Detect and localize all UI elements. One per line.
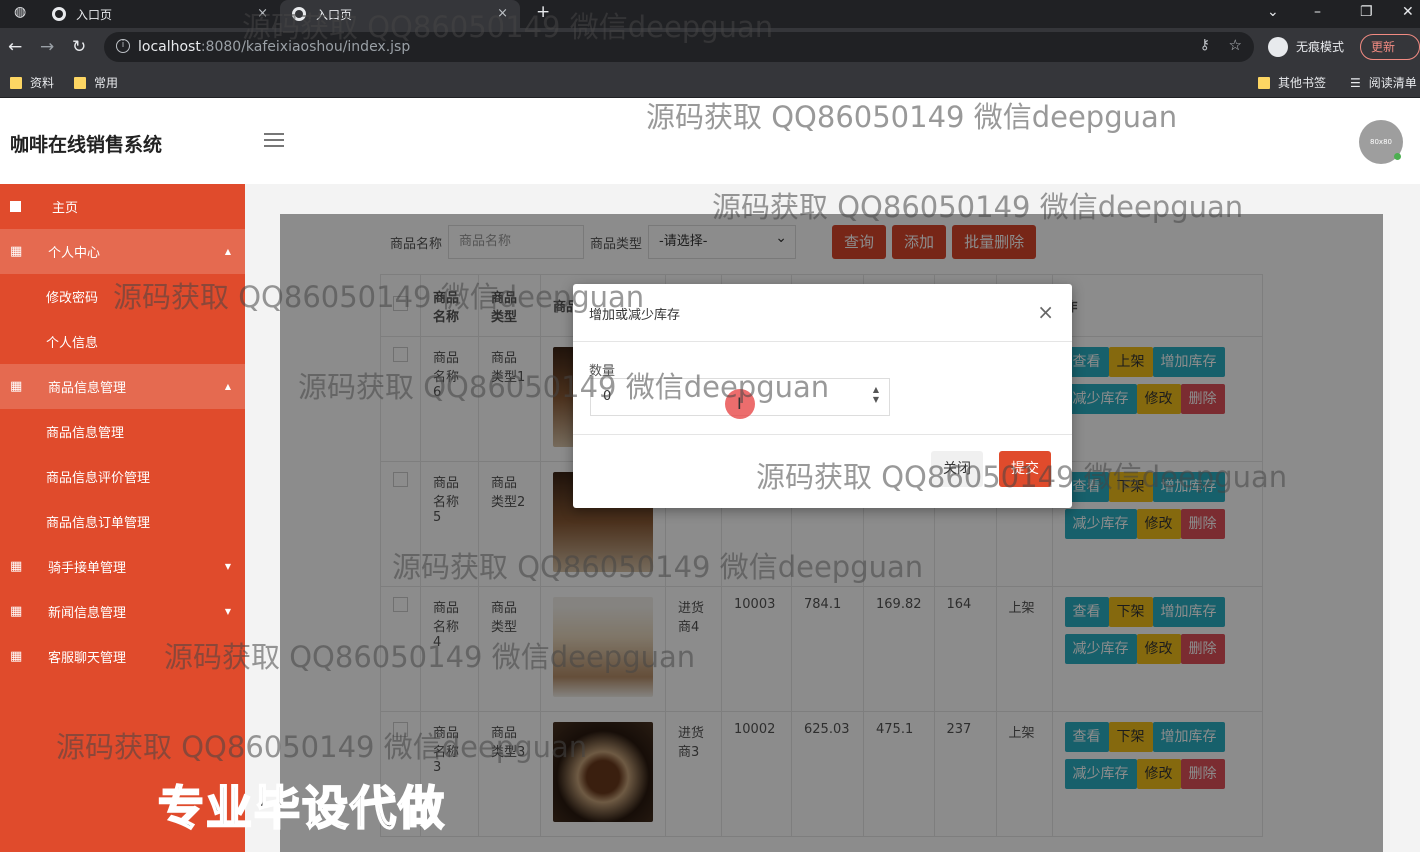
close-icon[interactable]: × xyxy=(1037,300,1054,324)
caret-up-icon: ▲ xyxy=(224,382,231,391)
bookmark-other[interactable]: 其他书签 xyxy=(1258,74,1326,91)
minimize-icon[interactable]: – xyxy=(1314,4,1321,20)
quantity-label: 数量 xyxy=(589,364,616,379)
globe-icon xyxy=(292,7,306,21)
close-button[interactable]: 关闭 xyxy=(931,451,983,487)
bookmark-folder-ziliao[interactable]: 资料 xyxy=(10,74,54,91)
browser-tab-bar: ◍ 入口页 × 入口页 × + ⌄ – ❐ ✕ xyxy=(0,0,1420,28)
restore-icon[interactable]: ❐ xyxy=(1360,4,1373,20)
url-text: localhost:8080/kafeixiaoshou/index.jsp xyxy=(138,39,411,55)
update-button[interactable]: 更新 xyxy=(1360,34,1420,60)
tab-title: 入口页 xyxy=(316,7,353,22)
stepper-arrows-icon[interactable]: ▲ ▼ xyxy=(873,385,879,405)
submit-button[interactable]: 提交 xyxy=(999,451,1051,487)
stock-modal: 增加或减少库存 × 数量 0 ▲ ▼ 关闭 提交 xyxy=(573,284,1072,508)
back-icon[interactable]: ← xyxy=(8,37,22,57)
folder-icon xyxy=(74,76,86,89)
sidebar-item-change-password[interactable]: 修改密码 xyxy=(0,274,245,319)
globe-icon xyxy=(52,7,66,21)
sidebar-group-personal[interactable]: ▦ 个人中心 ▲ xyxy=(0,229,245,274)
sidebar: 主页 ▦ 个人中心 ▲ 修改密码 个人信息 ▦ 商品信息管理 ▲ 商品信息管理 商品信息… xyxy=(0,184,245,852)
sidebar-group-news[interactable]: ▦ 新闻信息管理 ▼ xyxy=(0,589,245,634)
online-status-dot xyxy=(1394,153,1401,160)
watermark-banner: 专业毕设代做 xyxy=(157,780,446,836)
sidebar-group-products[interactable]: ▦ 商品信息管理 ▲ xyxy=(0,364,245,409)
modal-footer: 关闭 提交 xyxy=(573,434,1072,508)
tab-close-icon[interactable]: × xyxy=(257,6,268,21)
key-icon[interactable]: ⚷ xyxy=(1200,37,1210,53)
sidebar-item-home[interactable]: 主页 xyxy=(0,184,245,229)
sidebar-item-product-manage[interactable]: 商品信息管理 xyxy=(0,409,245,454)
menu-toggle-icon[interactable] xyxy=(264,133,284,147)
caret-down-icon: ▼ xyxy=(224,562,231,571)
text-cursor-icon: I xyxy=(737,394,742,413)
browser-menu-icon[interactable]: ◍ xyxy=(14,4,26,20)
grid-icon: ▦ xyxy=(10,379,23,394)
bookmarks-bar: 资料 常用 其他书签 ☰ 阅读清单 xyxy=(0,66,1420,98)
tab-close-icon[interactable]: × xyxy=(497,6,508,21)
incognito-badge[interactable]: 无痕模式 xyxy=(1266,34,1352,60)
bookmark-folder-changyong[interactable]: 常用 xyxy=(74,74,118,91)
reading-list[interactable]: ☰ 阅读清单 xyxy=(1350,74,1417,91)
url-field[interactable]: i localhost:8080/kafeixiaoshou/index.jsp… xyxy=(104,32,1254,62)
sidebar-item-product-reviews[interactable]: 商品信息评价管理 xyxy=(0,454,245,499)
folder-icon xyxy=(1258,76,1270,89)
reading-list-icon: ☰ xyxy=(1350,75,1361,90)
info-icon[interactable]: i xyxy=(116,39,130,53)
bookmark-star-icon[interactable]: ☆ xyxy=(1229,36,1242,54)
forward-icon[interactable]: → xyxy=(40,37,54,57)
sidebar-item-profile[interactable]: 个人信息 xyxy=(0,319,245,364)
folder-icon xyxy=(10,76,22,89)
browser-tab-2[interactable]: 入口页 × xyxy=(280,0,520,28)
grid-icon: ▦ xyxy=(10,244,23,259)
avatar[interactable]: 80x80 xyxy=(1359,120,1403,164)
tab-search-icon[interactable]: ⌄ xyxy=(1267,4,1279,20)
flag-icon xyxy=(10,201,21,212)
window-close-icon[interactable]: ✕ xyxy=(1402,4,1414,20)
app-header: 咖啡在线销售系统 80x80 xyxy=(0,98,1420,184)
caret-up-icon: ▲ xyxy=(224,247,231,256)
sidebar-item-product-orders[interactable]: 商品信息订单管理 xyxy=(0,499,245,544)
reload-icon[interactable]: ↻ xyxy=(72,37,86,57)
modal-header: 增加或减少库存 × xyxy=(573,284,1072,342)
tab-title: 入口页 xyxy=(76,7,113,22)
address-bar: ← → ↻ i localhost:8080/kafeixiaoshou/ind… xyxy=(0,28,1420,66)
new-tab-button[interactable]: + xyxy=(536,2,550,22)
grid-icon: ▦ xyxy=(10,559,23,574)
grid-icon: ▦ xyxy=(10,649,23,664)
sidebar-group-rider[interactable]: ▦ 骑手接单管理 ▼ xyxy=(0,544,245,589)
app-title: 咖啡在线销售系统 xyxy=(10,134,163,156)
grid-icon: ▦ xyxy=(10,604,23,619)
browser-tab-1[interactable]: 入口页 × xyxy=(40,0,280,28)
sidebar-item-chat[interactable]: ▦ 客服聊天管理 xyxy=(0,634,245,679)
caret-down-icon: ▼ xyxy=(224,607,231,616)
modal-title: 增加或减少库存 xyxy=(589,308,681,323)
